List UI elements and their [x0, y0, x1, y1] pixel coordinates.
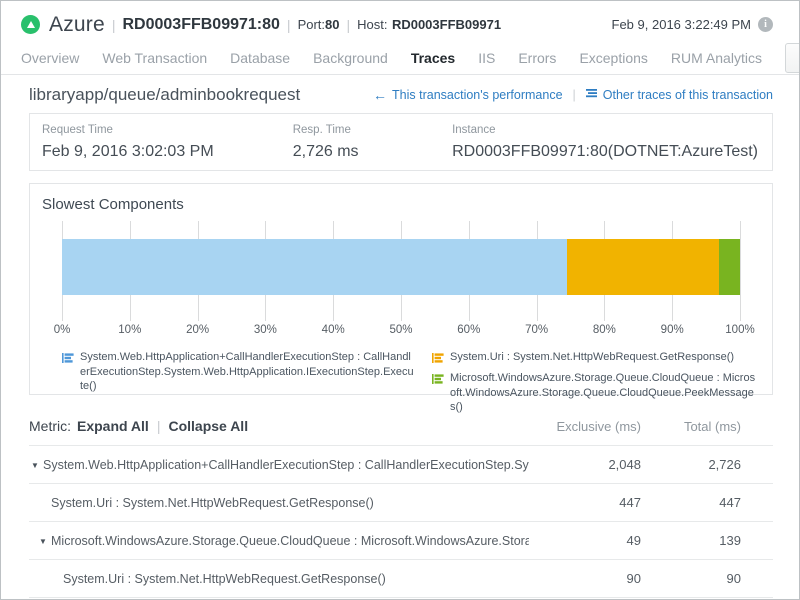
x-tick: 0%	[54, 324, 71, 336]
host-label: Host:	[357, 17, 387, 32]
bar-segment-cloudqueue	[719, 239, 740, 295]
exclusive-ms: 90	[529, 571, 641, 586]
legend-label: System.Uri : System.Net.HttpWebRequest.G…	[450, 350, 734, 365]
x-tick: 50%	[389, 324, 412, 336]
report-timestamp: Feb 9, 2016 3:22:49 PM	[612, 17, 751, 32]
table-row[interactable]: ▼Microsoft.WindowsAzure.Storage.Queue.Cl…	[29, 521, 773, 559]
instance-value: RD0003FFB09971:80(DOTNET:AzureTest)	[452, 143, 758, 161]
exclusive-ms: 49	[529, 533, 641, 548]
separator: |	[157, 418, 161, 434]
metric-label: Metric:	[29, 418, 71, 434]
app-title: Azure	[49, 13, 105, 37]
trace-summary-card: Request Time Feb 9, 2016 3:02:03 PM Resp…	[29, 113, 773, 171]
x-tick: 40%	[322, 324, 345, 336]
separator: |	[287, 17, 291, 33]
separator: |	[112, 17, 116, 33]
metric-name: System.Uri : System.Net.HttpWebRequest.G…	[63, 572, 386, 586]
legend-item: Microsoft.WindowsAzure.Storage.Queue.Clo…	[432, 371, 758, 415]
bar-segment-httpapplication	[62, 239, 567, 295]
x-tick: 30%	[254, 324, 277, 336]
tab-web-transaction[interactable]: Web Transaction	[102, 50, 207, 66]
collapse-all-button[interactable]: Collapse All	[168, 418, 248, 434]
table-row[interactable]: ▼System.Web.HttpApplication+CallHandlerE…	[29, 445, 773, 483]
info-icon[interactable]: i	[758, 17, 773, 32]
tab-background[interactable]: Background	[313, 50, 388, 66]
separator: |	[573, 88, 576, 102]
back-arrow-icon: ←	[373, 87, 387, 103]
metric-name: System.Web.HttpApplication+CallHandlerEx…	[43, 458, 529, 472]
total-ms: 2,726	[641, 457, 741, 472]
time-range-dropdown[interactable]: Last 1 Day▾	[785, 43, 800, 73]
app-window: Azure | RD0003FFB09971:80 | Port:80 | Ho…	[0, 0, 800, 600]
bar-chart-icon	[432, 351, 444, 369]
bar-chart-icon	[432, 372, 444, 390]
x-tick: 70%	[525, 324, 548, 336]
x-tick: 20%	[186, 324, 209, 336]
metric-name: Microsoft.WindowsAzure.Storage.Queue.Clo…	[51, 534, 529, 548]
port-value: 80	[325, 17, 339, 32]
column-header-total: Total (ms)	[641, 419, 741, 434]
bar-chart-icon	[62, 351, 74, 369]
transaction-name: libraryapp/queue/adminbookrequest	[29, 85, 300, 105]
status-up-icon	[21, 15, 40, 34]
stacked-bar-chart	[62, 221, 740, 321]
x-axis: 0% 10% 20% 30% 40% 50% 60% 70% 80% 90% 1…	[62, 324, 740, 340]
tab-bar: Overview Web Transaction Database Backgr…	[1, 39, 799, 75]
collapse-row-icon[interactable]: ▼	[39, 537, 51, 546]
request-time-value: Feb 9, 2016 3:02:03 PM	[42, 143, 293, 161]
legend-item: System.Uri : System.Net.HttpWebRequest.G…	[432, 350, 758, 369]
tab-errors[interactable]: Errors	[518, 50, 556, 66]
instance-name: RD0003FFB09971:80	[123, 16, 280, 34]
tab-overview[interactable]: Overview	[21, 50, 79, 66]
chart-legend: System.Web.HttpApplication+CallHandlerEx…	[30, 350, 772, 417]
x-tick: 90%	[661, 324, 684, 336]
total-ms: 139	[641, 533, 741, 548]
host-value: RD0003FFB09971	[392, 17, 501, 32]
collapse-row-icon[interactable]: ▼	[31, 461, 43, 470]
component-time-bar	[62, 239, 740, 295]
request-time-field: Request Time Feb 9, 2016 3:02:03 PM	[42, 124, 293, 158]
metric-name: System.Uri : System.Net.HttpWebRequest.G…	[51, 496, 374, 510]
up-arrow-icon	[27, 21, 35, 28]
chart-title: Slowest Components	[42, 196, 772, 213]
bar-segment-httpwebrequest	[567, 239, 719, 295]
column-header-exclusive: Exclusive (ms)	[529, 419, 641, 434]
resp-time-value: 2,726 ms	[293, 143, 452, 161]
instance-field: Instance RD0003FFB09971:80(DOTNET:AzureT…	[452, 124, 758, 158]
total-ms: 90	[641, 571, 741, 586]
x-tick: 10%	[118, 324, 141, 336]
request-time-label: Request Time	[42, 124, 293, 136]
legend-item: System.Web.HttpApplication+CallHandlerEx…	[62, 350, 414, 394]
instance-label: Instance	[452, 124, 758, 136]
transaction-performance-link[interactable]: ←This transaction's performance	[373, 87, 563, 103]
table-row: ▼System.Uri : System.Net.HttpWebRequest.…	[29, 559, 773, 598]
separator: |	[347, 17, 351, 33]
trace-list-icon	[586, 88, 598, 102]
app-header: Azure | RD0003FFB09971:80 | Port:80 | Ho…	[1, 1, 799, 39]
legend-label: Microsoft.WindowsAzure.Storage.Queue.Clo…	[450, 371, 758, 415]
resp-time-label: Resp. Time	[293, 124, 452, 136]
tab-database[interactable]: Database	[230, 50, 290, 66]
tab-rum-analytics[interactable]: RUM Analytics	[671, 50, 762, 66]
x-tick: 80%	[593, 324, 616, 336]
gridline	[740, 221, 741, 321]
tab-iis[interactable]: IIS	[478, 50, 495, 66]
x-tick: 60%	[457, 324, 480, 336]
exclusive-ms: 447	[529, 495, 641, 510]
legend-label: System.Web.HttpApplication+CallHandlerEx…	[80, 350, 414, 394]
resp-time-field: Resp. Time 2,726 ms	[293, 124, 452, 158]
metric-table: Metric: Expand All | Collapse All Exclus…	[1, 408, 799, 598]
port-label: Port:	[298, 17, 325, 32]
tab-traces[interactable]: Traces	[411, 50, 455, 66]
x-tick: 100%	[725, 324, 754, 336]
other-traces-link[interactable]: Other traces of this transaction	[586, 88, 773, 102]
total-ms: 447	[641, 495, 741, 510]
slowest-components-panel: Slowest Components 0% 10% 20% 30% 40%	[29, 183, 773, 395]
tab-exceptions[interactable]: Exceptions	[579, 50, 647, 66]
exclusive-ms: 2,048	[529, 457, 641, 472]
table-row: ▼System.Uri : System.Net.HttpWebRequest.…	[29, 483, 773, 521]
transaction-header: libraryapp/queue/adminbookrequest ←This …	[1, 75, 799, 113]
expand-all-button[interactable]: Expand All	[77, 418, 149, 434]
